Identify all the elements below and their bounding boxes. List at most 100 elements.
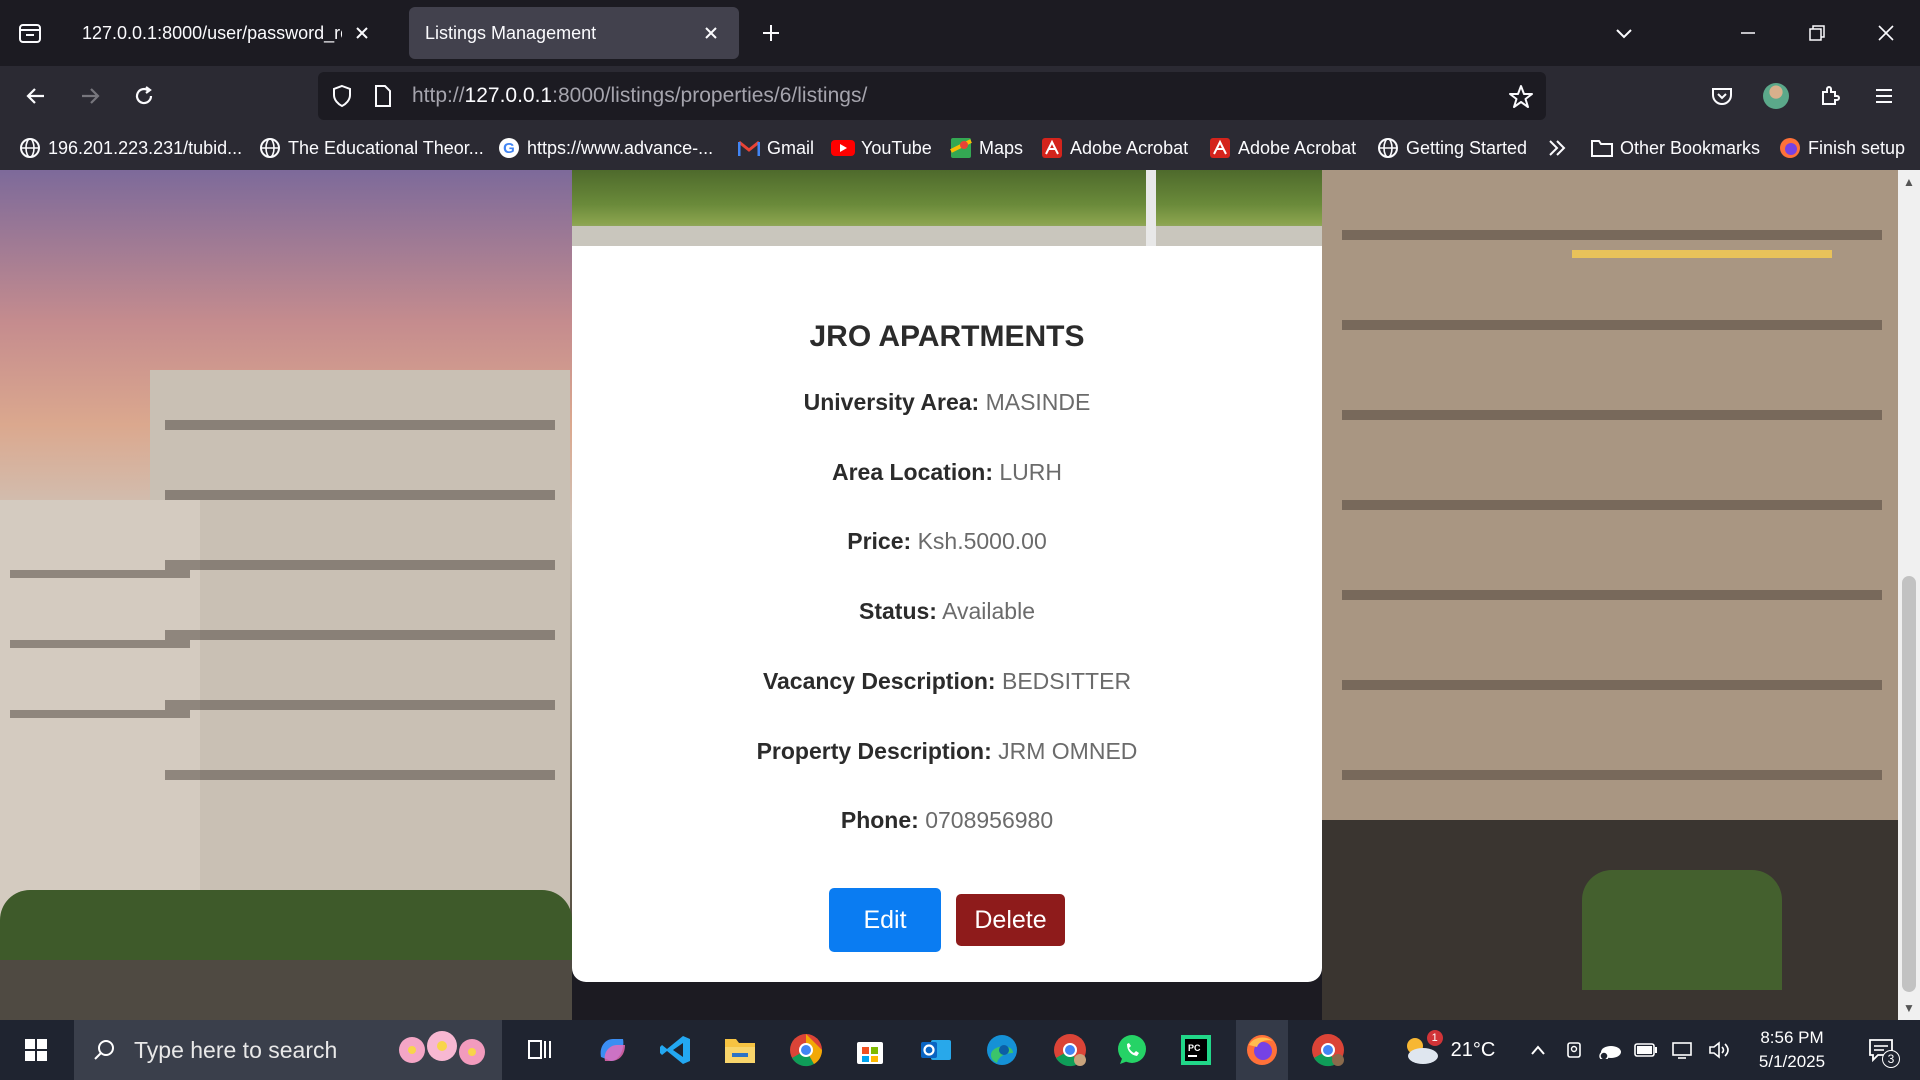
chrome-profile-icon-2[interactable]	[1302, 1020, 1354, 1080]
clock[interactable]: 8:56 PM 5/1/2025	[1742, 1020, 1842, 1080]
copilot-icon[interactable]	[588, 1020, 636, 1080]
list-all-tabs-icon[interactable]	[1604, 13, 1644, 53]
restore-icon[interactable]	[1797, 13, 1837, 53]
bookmark-item[interactable]: Adobe Acrobat	[1208, 126, 1356, 170]
shield-icon[interactable]	[330, 84, 354, 113]
field-phone: Phone: 0708956980	[572, 807, 1322, 834]
volume-icon[interactable]	[1704, 1020, 1736, 1080]
firefox-icon	[1778, 136, 1802, 160]
menu-icon[interactable]	[1864, 76, 1904, 116]
field-price: Price: Ksh.5000.00	[572, 528, 1322, 555]
field-value: 0708956980	[925, 807, 1054, 833]
folder-icon	[1590, 136, 1614, 160]
close-icon[interactable]	[699, 21, 723, 45]
page-info-icon[interactable]	[372, 84, 394, 113]
bookmark-label: Getting Started	[1406, 137, 1528, 158]
weather-badge: 1	[1426, 1030, 1443, 1046]
bookmark-label: The Educational Theor...	[288, 137, 484, 158]
property-image	[572, 170, 1322, 246]
chrome-profile-icon[interactable]	[1044, 1020, 1096, 1080]
scroll-thumb[interactable]	[1902, 576, 1916, 992]
edge-icon[interactable]	[978, 1020, 1026, 1080]
bookmark-item[interactable]: The Educational Theor...	[258, 126, 484, 170]
pocket-icon[interactable]	[1702, 76, 1742, 116]
maps-icon	[949, 136, 973, 160]
pycharm-icon[interactable]: PC	[1172, 1020, 1220, 1080]
listing-title: JRO APARTMENTS	[809, 320, 1085, 353]
bookmark-item[interactable]: Maps	[949, 126, 1023, 170]
bookmark-item[interactable]: G https://www.advance-...	[497, 126, 713, 170]
search-placeholder: Type here to search	[134, 1036, 338, 1063]
bookmark-item[interactable]: YouTube	[831, 126, 932, 170]
bookmark-star-icon[interactable]	[1508, 84, 1534, 115]
field-label: Status:	[859, 598, 937, 624]
google-icon: G	[497, 136, 521, 160]
bookmarks-toolbar: 196.201.223.231/tubid... The Educational…	[0, 126, 1920, 170]
bookmark-label: Gmail	[767, 137, 815, 158]
back-icon[interactable]	[16, 76, 56, 116]
extensions-icon[interactable]	[1810, 76, 1850, 116]
field-area-location: Area Location: LURH	[572, 459, 1322, 486]
delete-button[interactable]: Delete	[956, 894, 1065, 946]
field-value: LURH	[999, 459, 1063, 485]
outlook-icon[interactable]	[912, 1020, 960, 1080]
globe-icon	[1376, 136, 1400, 160]
meet-now-icon[interactable]	[1560, 1020, 1590, 1080]
flowers-icon	[392, 1028, 492, 1072]
field-label: Price:	[847, 528, 912, 554]
firefox-taskbar-icon[interactable]	[1236, 1020, 1288, 1080]
network-icon[interactable]	[1666, 1020, 1700, 1080]
task-view-icon[interactable]	[518, 1020, 562, 1080]
account-avatar[interactable]	[1756, 76, 1796, 116]
file-explorer-icon[interactable]	[716, 1020, 764, 1080]
edit-button[interactable]: Edit	[829, 888, 941, 952]
clock-date: 5/1/2025	[1758, 1052, 1826, 1071]
whatsapp-icon[interactable]	[1108, 1020, 1156, 1080]
chrome-icon[interactable]	[780, 1020, 832, 1080]
address-bar[interactable]: http://127.0.0.1:8000/listings/propertie…	[318, 72, 1546, 120]
onedrive-icon[interactable]	[1594, 1020, 1626, 1080]
minimize-icon[interactable]	[1728, 13, 1768, 53]
more-bookmarks-chevron-icon[interactable]	[1546, 126, 1568, 170]
show-hidden-icons-chevron-icon[interactable]	[1524, 1020, 1552, 1080]
url-host: 127.0.0.1	[464, 84, 553, 107]
other-bookmarks[interactable]: Other Bookmarks	[1590, 126, 1760, 170]
acrobat-icon	[1040, 136, 1064, 160]
background-photo-left	[0, 170, 572, 1020]
bookmark-label: Adobe Acrobat	[1070, 137, 1189, 158]
bookmark-item[interactable]: Adobe Acrobat	[1040, 126, 1188, 170]
finish-setup-label: Finish setup	[1808, 137, 1906, 158]
field-label: Vacancy Description:	[762, 668, 996, 694]
notification-center-icon[interactable]: 3	[1856, 1020, 1906, 1080]
new-tab-icon[interactable]	[751, 13, 791, 53]
field-label: Property Description:	[756, 738, 992, 764]
close-icon[interactable]	[350, 21, 374, 45]
svg-text:G: G	[503, 140, 515, 157]
tab-label: 127.0.0.1:8000/user/password_reset	[82, 22, 342, 43]
acrobat-icon	[1208, 136, 1232, 160]
bookmark-item[interactable]: 196.201.223.231/tubid...	[18, 126, 242, 170]
battery-icon[interactable]	[1630, 1020, 1662, 1080]
tab-listings-management[interactable]: Listings Management	[409, 7, 739, 59]
reload-icon[interactable]	[124, 76, 164, 116]
taskbar-search-box[interactable]: Type here to search	[74, 1020, 502, 1080]
weather-widget[interactable]: 1 21°C	[1392, 1020, 1504, 1080]
page-scrollbar[interactable]: ▲ ▼	[1898, 170, 1920, 1020]
field-label: Phone:	[840, 807, 919, 833]
url-text[interactable]: http://127.0.0.1:8000/listings/propertie…	[412, 72, 867, 120]
youtube-icon	[831, 136, 855, 160]
tab-list-icon[interactable]	[10, 13, 50, 53]
finish-setup[interactable]: Finish setup	[1778, 126, 1905, 170]
scroll-up-icon[interactable]: ▲	[1898, 172, 1920, 192]
close-window-icon[interactable]	[1866, 13, 1906, 53]
bookmark-item[interactable]: Gmail	[737, 126, 814, 170]
microsoft-store-icon[interactable]	[846, 1020, 894, 1080]
tab-password-reset[interactable]: 127.0.0.1:8000/user/password_reset	[66, 7, 390, 59]
scroll-down-icon[interactable]: ▼	[1898, 998, 1920, 1018]
weather-cloud-icon: 1	[1401, 1030, 1443, 1066]
forward-icon[interactable]	[70, 76, 110, 116]
bookmark-item[interactable]: Getting Started	[1376, 126, 1527, 170]
bookmark-label: https://www.advance-...	[527, 137, 714, 158]
vscode-icon[interactable]	[652, 1020, 700, 1080]
windows-start-icon[interactable]	[14, 1020, 58, 1080]
